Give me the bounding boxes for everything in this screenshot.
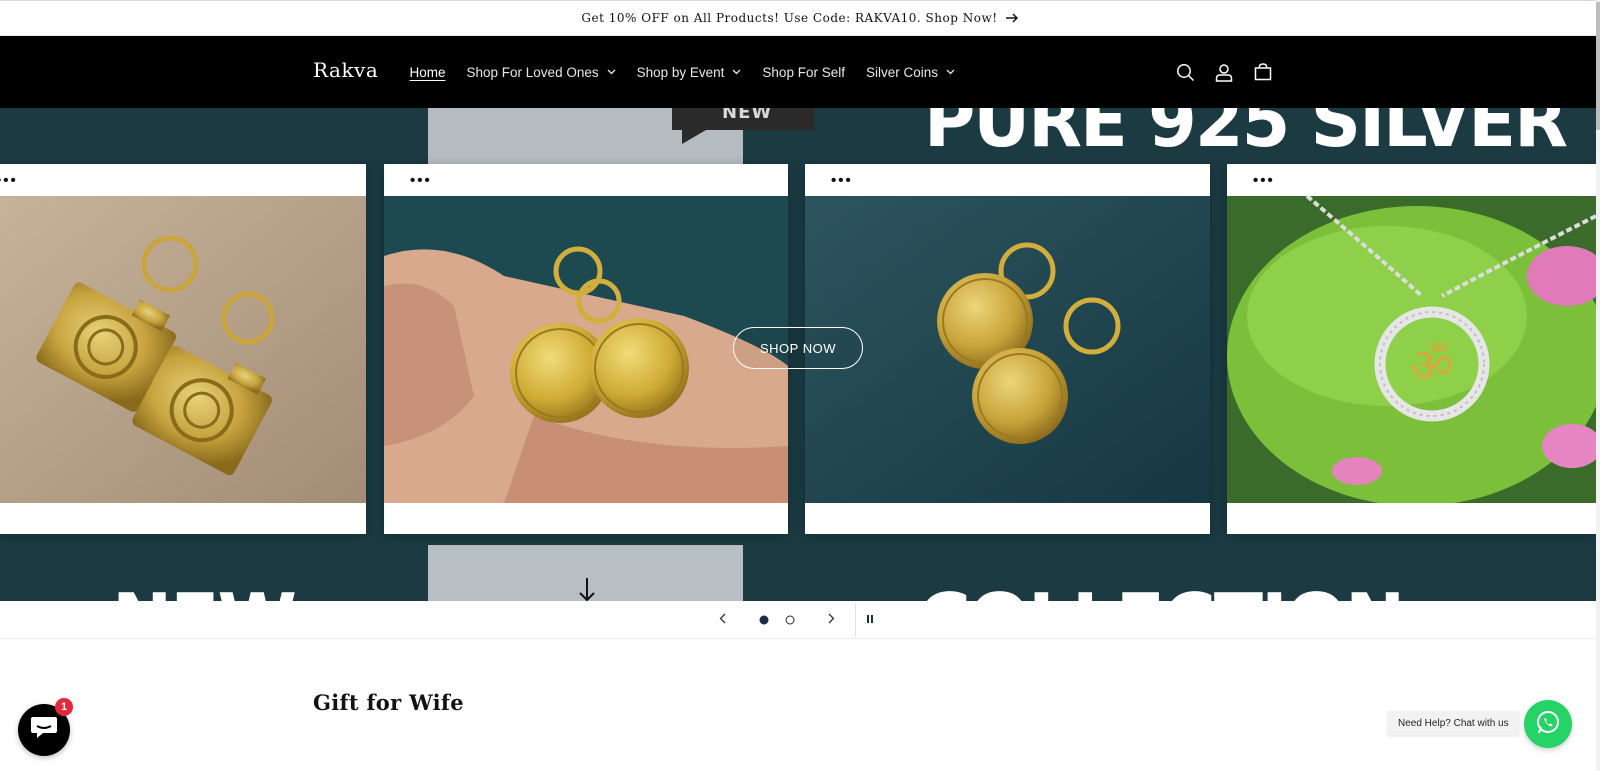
pause-icon <box>866 611 874 629</box>
announcement-link[interactable]: Get 10% OFF on All Products! Use Code: R… <box>581 11 1018 25</box>
whatsapp-icon <box>1535 709 1561 740</box>
card-dots: ••• <box>831 172 853 189</box>
slider-pause-button[interactable] <box>862 601 878 639</box>
product-photo <box>805 196 1210 503</box>
hero-bottom-text: COLLECTION <box>918 578 1405 601</box>
slider-controls <box>0 601 1600 639</box>
nav-item-label: Home <box>409 64 446 80</box>
announcement-text: Get 10% OFF on All Products! Use Code: R… <box>581 11 998 25</box>
nav-item-silver-coins[interactable]: Silver Coins <box>855 52 965 92</box>
slider-dot-1[interactable] <box>758 601 770 639</box>
whatsapp-label[interactable]: Need Help? Chat with us <box>1388 711 1519 735</box>
product-photo <box>384 196 788 503</box>
nav-item-shop-for-self[interactable]: Shop For Self <box>752 52 856 92</box>
account-icon[interactable] <box>1214 62 1234 82</box>
arrow-right-icon <box>1005 13 1019 23</box>
chevron-down-icon <box>732 69 741 75</box>
card-dots: ••• <box>1253 172 1275 189</box>
product-card: ••• <box>384 164 788 534</box>
scrollbar-thumb[interactable] <box>1596 2 1600 130</box>
nav-item-label: Shop For Self <box>762 64 845 80</box>
shop-now-button[interactable]: SHOP NOW <box>733 327 863 369</box>
site-header: Rakva Home Shop For Loved Ones Shop by E… <box>0 36 1600 108</box>
chevron-right-icon <box>828 611 835 629</box>
speech-bubble-tail <box>682 130 706 144</box>
arrow-down-icon <box>578 578 596 601</box>
speech-bubble-text: NEW <box>722 108 773 123</box>
section-title: Gift for Wife <box>313 690 464 715</box>
chevron-left-icon <box>719 611 726 629</box>
card-dots: ••• <box>0 172 18 189</box>
chevron-down-icon <box>607 69 616 75</box>
hero-banner: NEW PURE 925 SILVER •• ••• ••• ••• ॐ SHO… <box>0 108 1596 601</box>
slider-divider <box>855 603 856 637</box>
cart-icon[interactable] <box>1253 62 1273 82</box>
announcement-bar: Get 10% OFF on All Products! Use Code: R… <box>0 0 1600 36</box>
chat-bubble-icon <box>29 715 59 746</box>
nav-item-shop-by-event[interactable]: Shop by Event <box>626 52 752 92</box>
nav-item-label: Shop For Loved Ones <box>466 64 599 80</box>
card-dots: ••• <box>410 172 432 189</box>
product-card: ••• <box>0 164 366 534</box>
product-card: ••• <box>805 164 1210 534</box>
product-photo: ॐ <box>1227 196 1596 503</box>
logo[interactable]: Rakva <box>313 58 378 82</box>
slider-next-button[interactable] <box>821 601 841 639</box>
slider-dot-2[interactable] <box>784 601 796 639</box>
nav-item-home[interactable]: Home <box>399 52 456 92</box>
whatsapp-button[interactable] <box>1524 700 1572 748</box>
slider-prev-button[interactable] <box>712 601 732 639</box>
search-icon[interactable] <box>1175 62 1195 82</box>
chat-badge: 1 <box>55 698 73 716</box>
main-nav: Home Shop For Loved Ones Shop by Event S… <box>399 36 966 108</box>
product-card: ••• ॐ <box>1227 164 1596 534</box>
chevron-down-icon <box>946 69 955 75</box>
nav-item-shop-for-loved-ones[interactable]: Shop For Loved Ones <box>456 52 626 92</box>
svg-text:ॐ: ॐ <box>1410 338 1454 394</box>
hero-headline: PURE 925 SILVER <box>923 108 1568 165</box>
nav-item-label: Shop by Event <box>636 64 725 80</box>
header-icons <box>1175 36 1273 108</box>
nav-item-label: Silver Coins <box>865 64 938 80</box>
product-photo <box>0 196 366 503</box>
hero-bottom-text: NEW <box>112 578 297 601</box>
